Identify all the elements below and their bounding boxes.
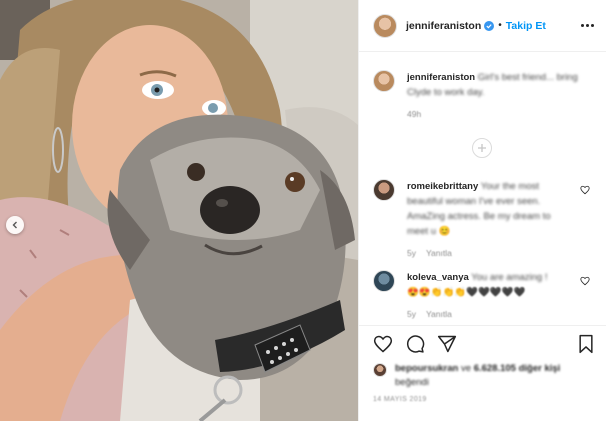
likes-connector: ve — [461, 363, 472, 374]
action-icons-row — [359, 326, 606, 354]
comment-username[interactable]: romeikebrittany — [407, 181, 478, 192]
follow-button[interactable]: Takip Et — [506, 20, 546, 32]
chevron-left-icon — [12, 221, 17, 229]
heart-icon[interactable] — [373, 334, 393, 354]
post-header: jenniferaniston • Takip Et — [359, 0, 606, 52]
caption-username[interactable]: jenniferaniston — [407, 72, 475, 83]
liker-username[interactable]: bepoursukran — [395, 363, 458, 374]
verified-badge-icon — [484, 20, 495, 31]
likes-suffix-2: beğendi — [395, 377, 429, 388]
author-avatar[interactable] — [373, 13, 397, 38]
author-username[interactable]: jenniferaniston — [406, 20, 481, 32]
likes-suffix[interactable]: diğer kişi — [519, 363, 561, 374]
comment-age: 5y — [407, 248, 416, 258]
comment-item: koleva_vanya You are amazing ! 😍😍👏👏👏🖤🖤🖤🖤… — [359, 270, 606, 319]
post-date: 14 MAYIS 2019 — [373, 396, 427, 403]
previous-photo-button[interactable] — [6, 216, 24, 234]
comment-emoji: 😍😍👏👏👏🖤🖤🖤🖤🖤 — [407, 287, 526, 298]
comment-like-heart-icon[interactable] — [580, 276, 590, 286]
comment-text: You are amazing ! — [471, 272, 548, 283]
reply-button[interactable]: Yanıtla — [426, 309, 452, 319]
liker-avatar[interactable] — [373, 363, 387, 377]
post-photo[interactable] — [0, 0, 358, 421]
separator-dot: • — [498, 20, 502, 31]
commenter-avatar[interactable] — [373, 179, 395, 201]
post-actions: bepoursukran ve 6.628.105 diğer kişi beğ… — [359, 325, 606, 421]
post-side-panel: jenniferaniston • Takip Et jenniferanist… — [358, 0, 606, 421]
likes-summary: bepoursukran ve 6.628.105 diğer kişi beğ… — [359, 354, 606, 390]
share-icon[interactable] — [437, 334, 457, 354]
caption-age: 49h — [407, 109, 422, 119]
more-options-icon[interactable] — [581, 24, 594, 27]
commenter-avatar[interactable] — [373, 270, 395, 292]
comment-icon[interactable] — [405, 334, 425, 354]
comment-age: 5y — [407, 309, 416, 319]
instagram-post: jenniferaniston • Takip Et jenniferanist… — [0, 0, 606, 421]
reply-button[interactable]: Yanıtla — [426, 248, 452, 258]
comments-section: jenniferaniston Girl's best friend... br… — [359, 52, 606, 325]
plus-circle-icon — [478, 144, 486, 152]
comment-item: romeikebrittany Your the most beautiful … — [359, 179, 606, 258]
comment-emoji: 😊 — [438, 226, 451, 237]
comment-username[interactable]: koleva_vanya — [407, 272, 469, 283]
caption-avatar[interactable] — [373, 70, 395, 92]
likes-count[interactable]: 6.628.105 — [474, 363, 516, 374]
comment-like-heart-icon[interactable] — [580, 185, 590, 195]
caption: jenniferaniston Girl's best friend... br… — [359, 70, 606, 119]
bookmark-icon[interactable] — [576, 334, 596, 354]
load-more-comments-button[interactable] — [472, 138, 492, 158]
photo-illustration — [0, 0, 358, 421]
